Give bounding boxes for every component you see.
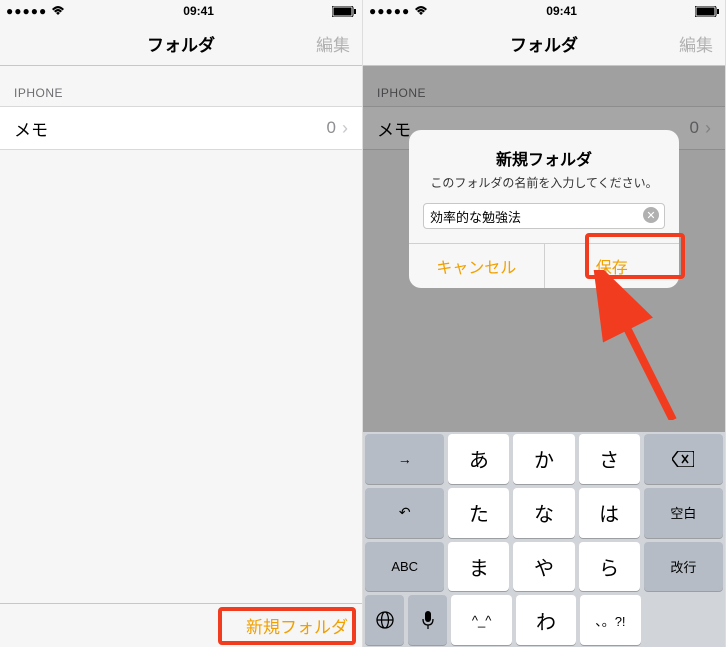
wifi-icon: [51, 6, 65, 16]
clear-input-icon[interactable]: ✕: [643, 207, 659, 223]
key-ka[interactable]: か: [513, 434, 574, 484]
key-a[interactable]: あ: [448, 434, 509, 484]
row-label: メモ: [14, 116, 327, 141]
save-button[interactable]: 保存: [545, 244, 680, 288]
chevron-right-icon: ›: [342, 118, 348, 139]
sb-left: ●●●●●: [6, 4, 65, 18]
screen-right: ●●●●● 09:41 フォルダ 編集 IPHONE メモ 0 › 新規フォルダ…: [363, 0, 726, 647]
folder-row-memo[interactable]: メモ 0 ›: [0, 106, 362, 150]
key-backspace[interactable]: [644, 434, 723, 484]
battery-icon: [695, 6, 719, 17]
sb-left: ●●●●●: [369, 4, 428, 18]
key-ma[interactable]: ま: [448, 542, 509, 592]
signal-dots-icon: ●●●●●: [369, 4, 410, 18]
signal-dots-icon: ●●●●●: [6, 4, 47, 18]
kb-row-1: → あ か さ: [363, 432, 725, 486]
key-sa[interactable]: さ: [579, 434, 640, 484]
status-bar: ●●●●● 09:41: [0, 0, 362, 22]
key-abc[interactable]: ABC: [365, 542, 444, 592]
key-undo[interactable]: ↶: [365, 488, 444, 538]
globe-icon: [376, 611, 394, 629]
row-count: 0: [327, 118, 336, 138]
battery-icon: [332, 6, 356, 17]
key-emoji[interactable]: ^_^: [451, 595, 511, 645]
key-mic[interactable]: [408, 595, 447, 645]
alert-input-wrap: ✕: [409, 203, 679, 243]
edit-button[interactable]: 編集: [679, 31, 713, 56]
key-globe[interactable]: [365, 595, 404, 645]
alert-title: 新規フォルダ: [409, 130, 679, 174]
key-na[interactable]: な: [513, 488, 574, 538]
status-bar: ●●●●● 09:41: [363, 0, 725, 22]
wifi-icon: [414, 6, 428, 16]
page-title: フォルダ: [147, 31, 215, 56]
alert-buttons: キャンセル 保存: [409, 243, 679, 288]
clock: 09:41: [546, 4, 577, 18]
key-wa[interactable]: わ: [516, 595, 576, 645]
folder-name-input[interactable]: [423, 203, 665, 229]
mic-icon: [422, 611, 434, 629]
key-ta[interactable]: た: [448, 488, 509, 538]
key-space[interactable]: 空白: [644, 488, 723, 538]
key-ya[interactable]: や: [513, 542, 574, 592]
kb-row-2: ↶ た な は 空白: [363, 486, 725, 540]
backspace-icon: [672, 451, 694, 467]
key-return[interactable]: 改行: [644, 542, 723, 592]
edit-button[interactable]: 編集: [316, 31, 350, 56]
alert-message: このフォルダの名前を入力してください。: [409, 174, 679, 203]
key-ra[interactable]: ら: [579, 542, 640, 592]
key-next-candidate[interactable]: →: [365, 434, 444, 484]
nav-bar: フォルダ 編集: [0, 22, 362, 66]
sb-right: [695, 6, 719, 17]
keyboard: → あ か さ ↶ た な は 空白 ABC ま や ら 改行: [363, 432, 725, 647]
toolbar: 新規フォルダ: [0, 603, 362, 647]
new-folder-alert: 新規フォルダ このフォルダの名前を入力してください。 ✕ キャンセル 保存: [409, 130, 679, 288]
section-header: IPHONE: [0, 66, 362, 106]
key-punct[interactable]: 、。?!: [580, 595, 640, 645]
page-title: フォルダ: [510, 31, 578, 56]
kb-row-3: ABC ま や ら 改行: [363, 540, 725, 594]
cancel-button[interactable]: キャンセル: [409, 244, 545, 288]
new-folder-button[interactable]: 新規フォルダ: [246, 613, 348, 638]
key-ha[interactable]: は: [579, 488, 640, 538]
nav-bar: フォルダ 編集: [363, 22, 725, 66]
sb-right: [332, 6, 356, 17]
kb-row-4: ^_^ わ 、。?!: [363, 593, 725, 647]
screen-left: ●●●●● 09:41 フォルダ 編集 IPHONE メモ 0 › 新規フォルダ: [0, 0, 363, 647]
clock: 09:41: [183, 4, 214, 18]
